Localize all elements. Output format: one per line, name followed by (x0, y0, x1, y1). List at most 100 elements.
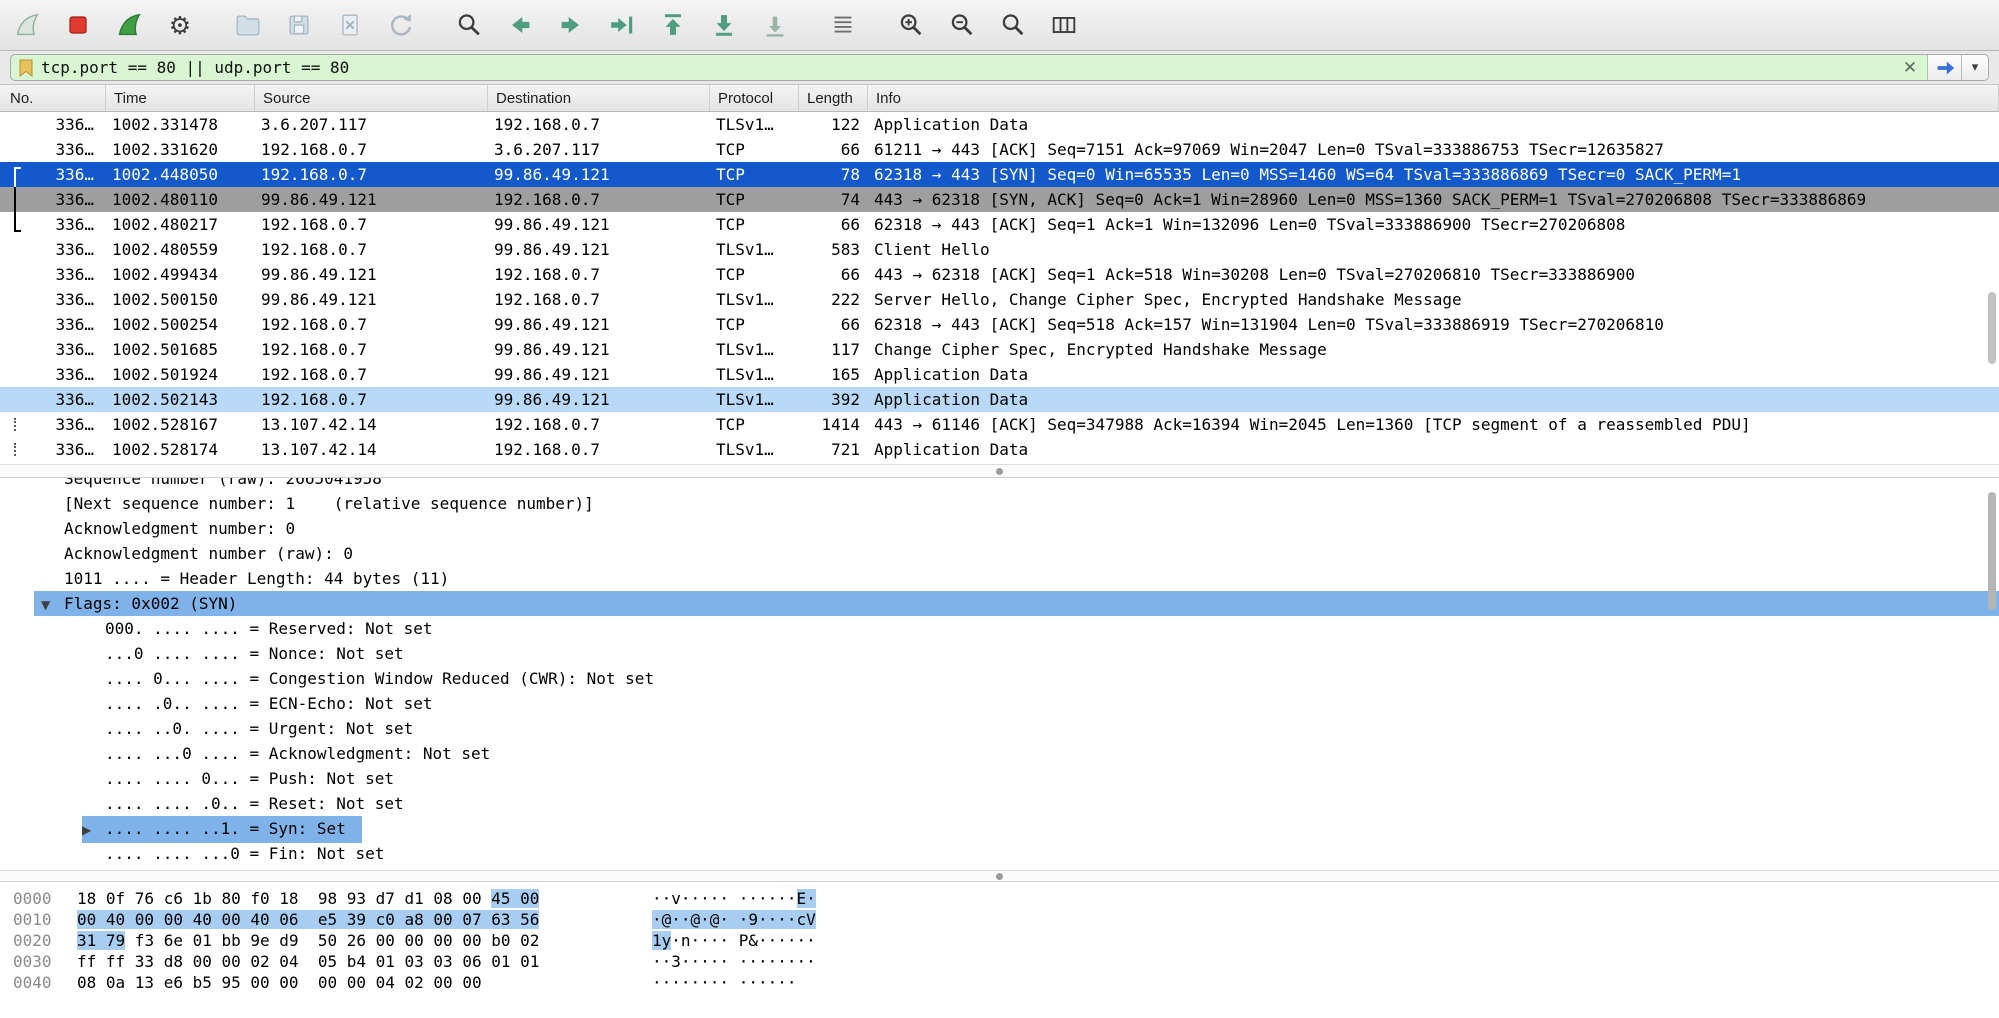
filter-apply-icon[interactable] (1927, 55, 1961, 80)
packet-row[interactable]: 336… 1002.499434 99.86.49.121 192.168.0.… (0, 262, 1999, 287)
cell-protocol: TCP (710, 412, 799, 437)
packet-row[interactable]: 336… 1002.480217 192.168.0.7 99.86.49.12… (0, 212, 1999, 237)
detail-row[interactable]: ▼Flags: 0x002 (SYN) (0, 591, 1999, 616)
hex-row[interactable]: 0040 08 0a 13 e6 b5 95 00 00 00 00 04 02… (13, 972, 1999, 993)
packet-row[interactable]: 336… 1002.500150 99.86.49.121 192.168.0.… (0, 287, 1999, 312)
detail-row[interactable]: [Next sequence number: 1 (relative seque… (0, 491, 1999, 516)
open-file-icon[interactable] (231, 8, 265, 42)
expander-icon[interactable]: ▼ (41, 593, 64, 618)
detail-row[interactable]: ...0 .... .... = Nonce: Not set (0, 641, 1999, 666)
details-scrollbar[interactable] (1988, 492, 1996, 610)
hex-row[interactable]: 0000 18 0f 76 c6 1b 80 f0 18 98 93 d7 d1… (13, 888, 1999, 909)
hex-row[interactable]: 0020 31 79 f3 6e 01 bb 9e d9 50 26 00 00… (13, 930, 1999, 951)
detail-row[interactable]: Acknowledgment number (raw): 0 (0, 541, 1999, 566)
cell-no: 336… (0, 162, 106, 187)
detail-row[interactable]: ▶.... .... ..1. = Syn: Set (0, 816, 1999, 841)
hex-offset: 0010 (13, 909, 77, 930)
packet-row[interactable]: 336… 1002.480559 192.168.0.7 99.86.49.12… (0, 237, 1999, 262)
cell-no: 336… (0, 262, 106, 287)
auto-scroll-icon[interactable] (758, 8, 792, 42)
column-header[interactable]: Protocol (710, 85, 799, 111)
zoom-in-icon[interactable] (894, 8, 928, 42)
packet-row[interactable]: 336… 1002.501685 192.168.0.7 99.86.49.12… (0, 337, 1999, 362)
column-header[interactable]: Length (799, 85, 868, 111)
packet-row[interactable]: 336… 1002.500254 192.168.0.7 99.86.49.12… (0, 312, 1999, 337)
packet-row[interactable]: 336… 1002.501924 192.168.0.7 99.86.49.12… (0, 362, 1999, 387)
close-file-icon[interactable] (333, 8, 367, 42)
go-last-packet-icon[interactable] (707, 8, 741, 42)
detail-row[interactable]: .... .... .0.. = Reset: Not set (0, 791, 1999, 816)
start-capture-icon[interactable] (10, 8, 44, 42)
find-packet-icon[interactable] (452, 8, 486, 42)
detail-text: Acknowledgment number (raw): 0 (64, 544, 353, 563)
detail-text: Flags: 0x002 (SYN) (64, 594, 237, 613)
detail-row[interactable]: .... 0... .... = Congestion Window Reduc… (0, 666, 1999, 691)
column-header[interactable]: Source (255, 85, 488, 111)
capture-options-icon[interactable]: ⚙ (163, 8, 197, 42)
detail-text: .... .... .0.. = Reset: Not set (105, 794, 404, 813)
cell-length: 74 (799, 187, 868, 212)
detail-text: [Next sequence number: 1 (relative seque… (64, 494, 594, 513)
splitter-handle-icon (996, 468, 1003, 475)
hex-row[interactable]: 0030 ff ff 33 d8 00 00 02 04 05 b4 01 03… (13, 951, 1999, 972)
cell-destination: 192.168.0.7 (488, 187, 710, 212)
cell-info: 443 → 62318 [ACK] Seq=1 Ack=518 Win=3020… (868, 262, 1999, 287)
packet-row[interactable]: 336… 1002.528167 13.107.42.14 192.168.0.… (0, 412, 1999, 437)
details-splitter[interactable] (0, 870, 1999, 882)
cell-length: 78 (799, 162, 868, 187)
detail-row[interactable]: .... .... ...0 = Fin: Not set (0, 841, 1999, 866)
column-header[interactable]: Time (106, 85, 255, 111)
hex-ascii: 1y·n···· P&······ (652, 930, 816, 951)
packet-row[interactable]: 336… 1002.528174 13.107.42.14 192.168.0.… (0, 437, 1999, 462)
detail-row[interactable]: .... ...0 .... = Acknowledgment: Not set (0, 741, 1999, 766)
column-header[interactable]: Destination (488, 85, 710, 111)
detail-row[interactable]: .... .0.. .... = ECN-Echo: Not set (0, 691, 1999, 716)
go-forward-icon[interactable] (554, 8, 588, 42)
colorize-icon[interactable] (826, 8, 860, 42)
hex-row[interactable]: 0010 00 40 00 00 40 00 40 06 e5 39 c0 a8… (13, 909, 1999, 930)
detail-row[interactable]: .... ..0. .... = Urgent: Not set (0, 716, 1999, 741)
hex-bytes: 08 0a 13 e6 b5 95 00 00 00 00 04 02 00 0… (77, 972, 652, 993)
detail-row[interactable]: 1011 .... = Header Length: 44 bytes (11) (0, 566, 1999, 591)
column-header[interactable]: No. (0, 85, 106, 111)
filter-bookmark-icon[interactable] (11, 59, 41, 77)
packet-list-splitter[interactable] (0, 464, 1999, 478)
cell-source: 192.168.0.7 (255, 312, 488, 337)
reload-file-icon[interactable] (384, 8, 418, 42)
filter-input[interactable]: tcp.port == 80 || udp.port == 80 (11, 55, 1893, 80)
detail-row[interactable]: .... .... 0... = Push: Not set (0, 766, 1999, 791)
cell-info: Server Hello, Change Cipher Spec, Encryp… (868, 287, 1999, 312)
go-first-packet-icon[interactable] (656, 8, 690, 42)
detail-row[interactable]: Sequence number (raw): 2665041958 (0, 478, 1999, 491)
cell-destination: 192.168.0.7 (488, 287, 710, 312)
resize-columns-icon[interactable] (1047, 8, 1081, 42)
cell-length: 66 (799, 312, 868, 337)
cell-no: 336… (0, 412, 106, 437)
filter-dropdown-button[interactable]: ▾ (1961, 55, 1988, 80)
packet-row[interactable]: 336… 1002.502143 192.168.0.7 99.86.49.12… (0, 387, 1999, 412)
go-to-packet-icon[interactable] (605, 8, 639, 42)
expander-icon[interactable]: ▶ (82, 818, 105, 843)
packet-row[interactable]: 336… 1002.448050 192.168.0.7 99.86.49.12… (0, 162, 1999, 187)
hex-segment: 18 0f 76 c6 1b 80 f0 18 98 93 d7 d1 08 0… (77, 889, 491, 908)
detail-row[interactable]: 000. .... .... = Reserved: Not set (0, 616, 1999, 641)
stop-capture-icon[interactable] (61, 8, 95, 42)
cell-length: 222 (799, 287, 868, 312)
column-header[interactable]: Info (868, 85, 1999, 111)
cell-time: 1002.528174 (106, 437, 255, 462)
cell-protocol: TCP (710, 312, 799, 337)
detail-row[interactable]: Acknowledgment number: 0 (0, 516, 1999, 541)
filter-clear-icon[interactable]: ✕ (1893, 55, 1927, 80)
packet-list-scrollbar[interactable] (1988, 292, 1996, 364)
packet-row[interactable]: 336… 1002.331620 192.168.0.7 3.6.207.117… (0, 137, 1999, 162)
save-file-icon[interactable] (282, 8, 316, 42)
restart-capture-icon[interactable] (112, 8, 146, 42)
packet-bytes-pane: 0000 18 0f 76 c6 1b 80 f0 18 98 93 d7 d1… (0, 882, 1999, 1018)
zoom-out-icon[interactable] (945, 8, 979, 42)
packet-row[interactable]: 336… 1002.331478 3.6.207.117 192.168.0.7… (0, 112, 1999, 137)
cell-info: Application Data (868, 362, 1999, 387)
conversation-mark (14, 312, 21, 337)
zoom-reset-icon[interactable] (996, 8, 1030, 42)
go-back-icon[interactable] (503, 8, 537, 42)
packet-row[interactable]: 336… 1002.480110 99.86.49.121 192.168.0.… (0, 187, 1999, 212)
